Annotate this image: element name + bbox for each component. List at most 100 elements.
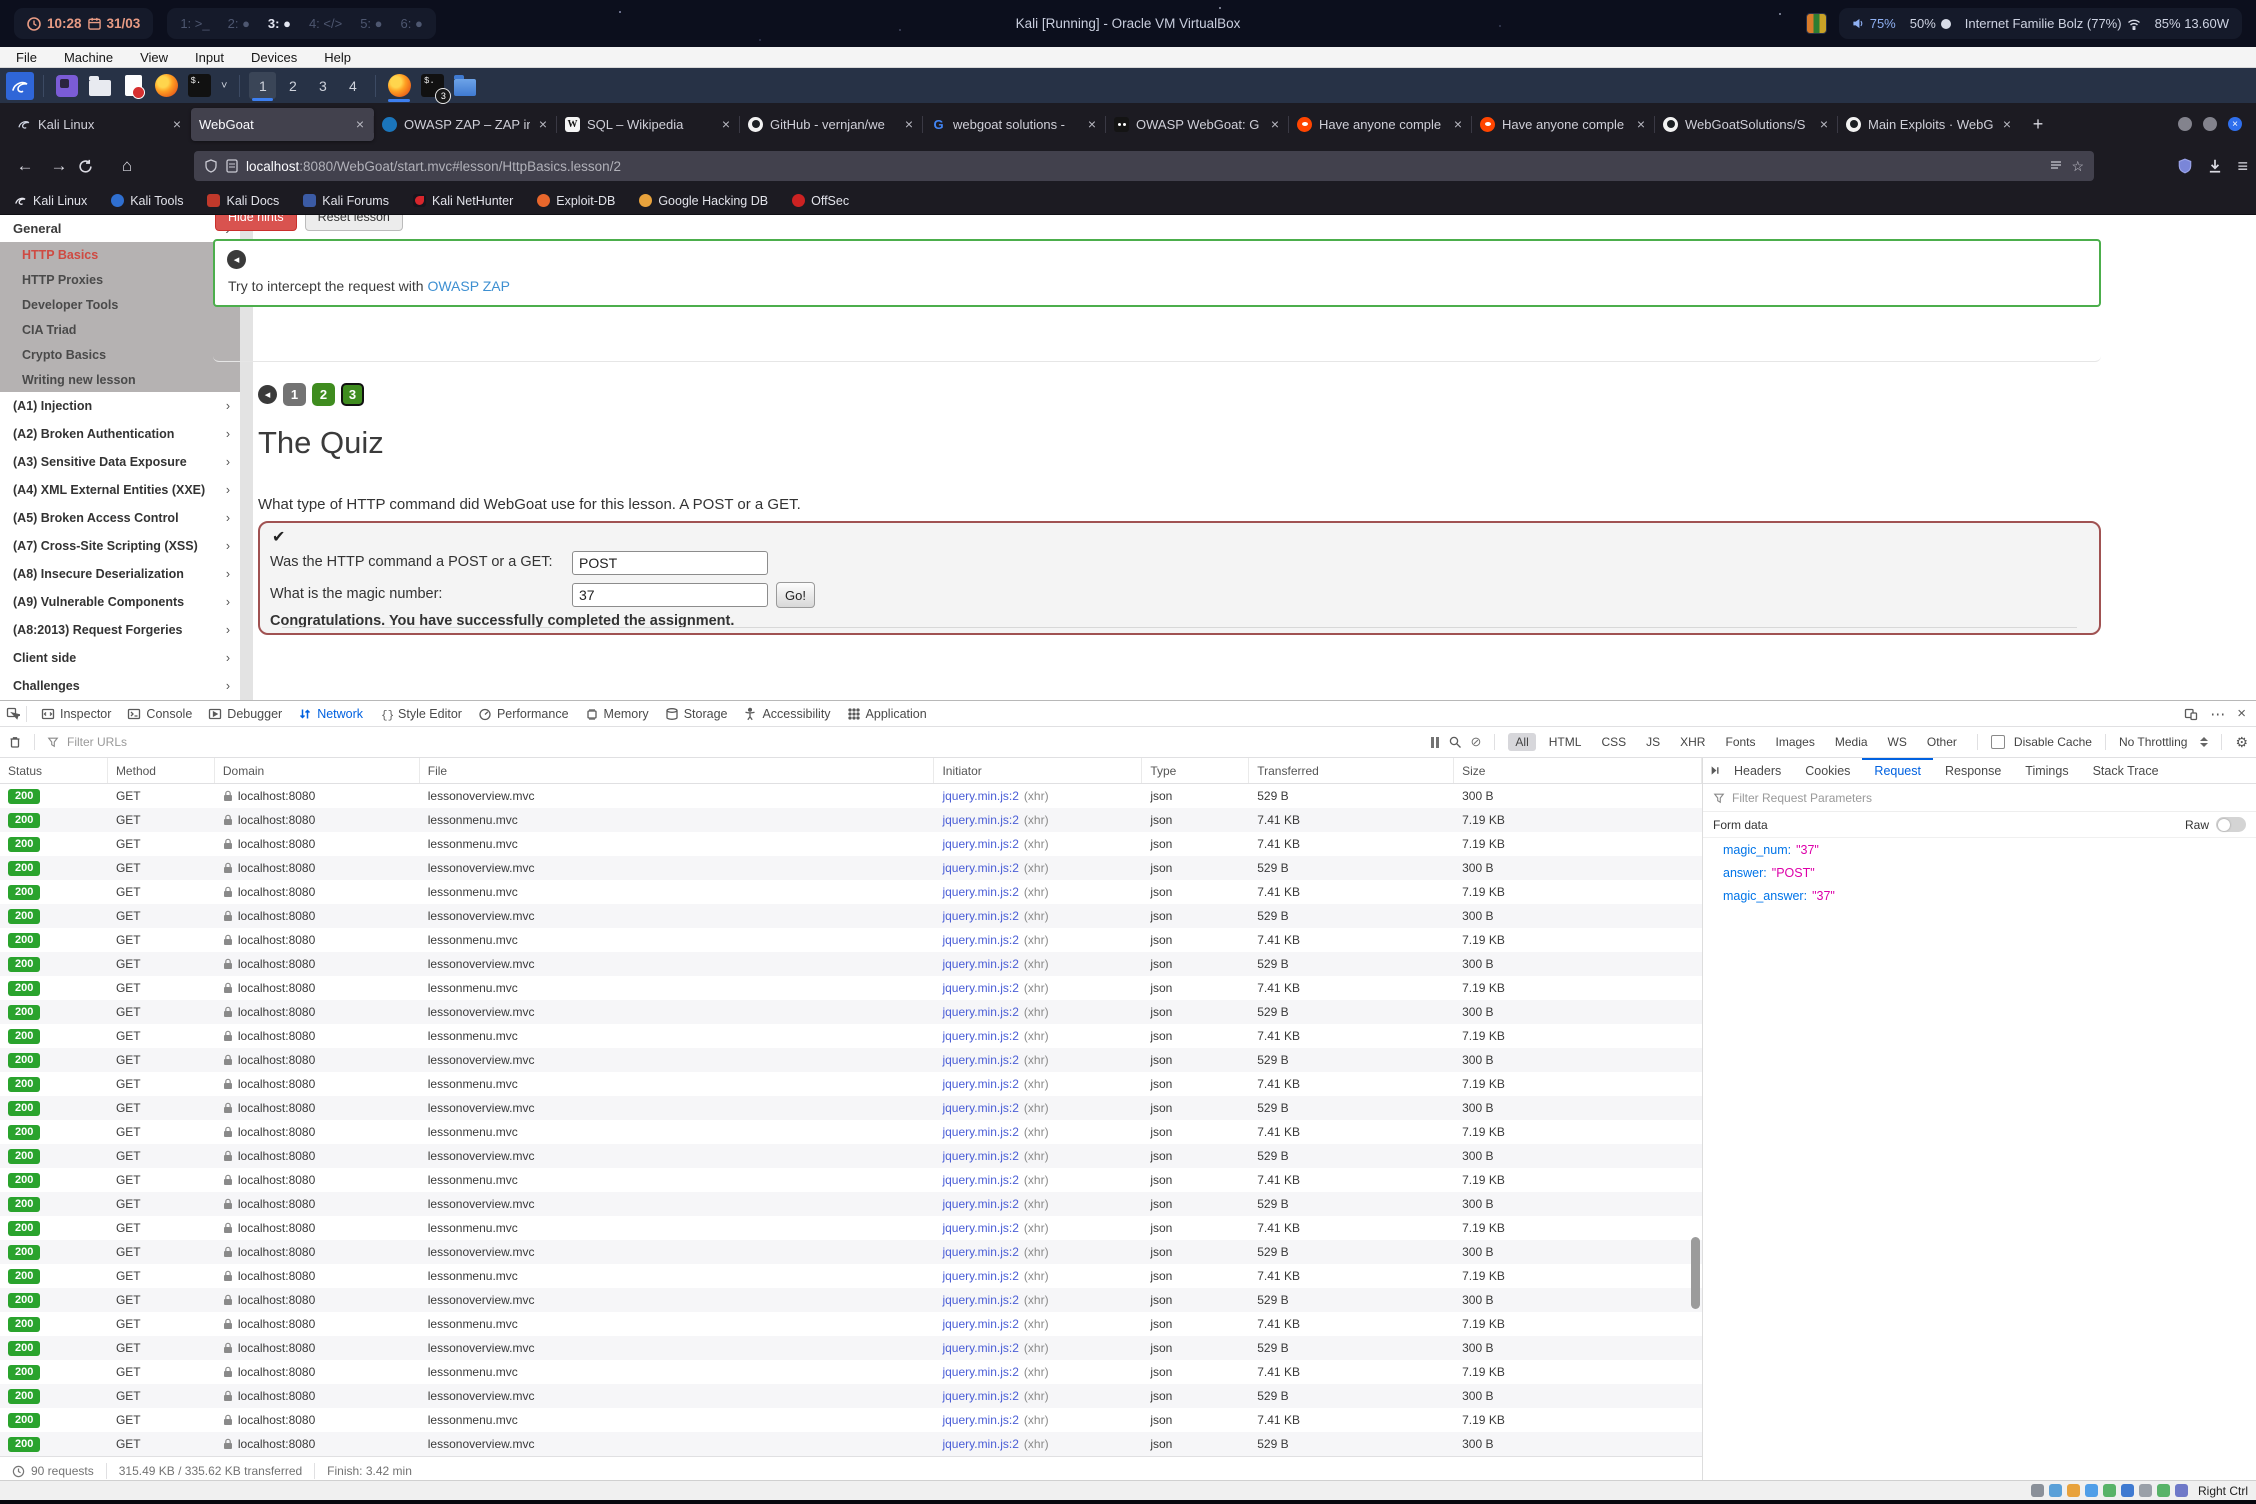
sidebar-category[interactable]: (A9) Vulnerable Components›: [0, 588, 240, 616]
bookmark-item[interactable]: Google Hacking DB: [639, 194, 768, 208]
table-row[interactable]: 200GETlocalhost:8080lessonoverview.mvcjq…: [0, 1048, 1702, 1072]
block-requests-icon[interactable]: ⊘: [1471, 734, 1482, 750]
initiator-link[interactable]: jquery.min.js:2: [942, 1053, 1018, 1067]
reload-button[interactable]: [78, 159, 108, 174]
initiator-link[interactable]: jquery.min.js:2: [942, 1293, 1018, 1307]
table-row[interactable]: 200GETlocalhost:8080lessonmenu.mvcjquery…: [0, 976, 1702, 1000]
responsive-design-icon[interactable]: [2184, 707, 2198, 721]
detail-tab-request[interactable]: Request: [1862, 758, 1933, 783]
devtools-tab-debugger[interactable]: Debugger: [200, 701, 290, 726]
type-filter-html[interactable]: HTML: [1542, 733, 1589, 751]
table-row[interactable]: 200GETlocalhost:8080lessonmenu.mvcjquery…: [0, 928, 1702, 952]
initiator-link[interactable]: jquery.min.js:2: [942, 1197, 1018, 1211]
devtools-tab-inspector[interactable]: Inspector: [33, 701, 119, 726]
detail-tab-stack-trace[interactable]: Stack Trace: [2081, 758, 2171, 783]
devtools-tab-network[interactable]: Network: [290, 701, 371, 726]
timing-clock-icon[interactable]: [12, 1465, 25, 1478]
sidebar-item-developer-tools[interactable]: Developer Tools: [0, 292, 240, 317]
table-row[interactable]: 200GETlocalhost:8080lessonmenu.mvcjquery…: [0, 832, 1702, 856]
initiator-link[interactable]: jquery.min.js:2: [942, 789, 1018, 803]
reader-mode-icon[interactable]: [2049, 159, 2063, 173]
pagination-page-3[interactable]: 3: [341, 383, 364, 406]
bookmark-item[interactable]: Exploit-DB: [537, 194, 615, 208]
devtools-close-icon[interactable]: ×: [2237, 705, 2246, 722]
initiator-link[interactable]: jquery.min.js:2: [942, 1245, 1018, 1259]
type-filter-fonts[interactable]: Fonts: [1718, 733, 1762, 751]
workspace-item[interactable]: 1: >_: [180, 16, 209, 31]
table-row[interactable]: 200GETlocalhost:8080lessonoverview.mvcjq…: [0, 784, 1702, 808]
status-hdd-icon[interactable]: [2031, 1484, 2044, 1497]
sidebar-category[interactable]: (A4) XML External Entities (XXE)›: [0, 476, 240, 504]
table-row[interactable]: 200GETlocalhost:8080lessonoverview.mvcjq…: [0, 1240, 1702, 1264]
menu-file[interactable]: File: [16, 50, 37, 65]
detail-tab-headers[interactable]: Headers: [1722, 758, 1793, 783]
detail-tab-cookies[interactable]: Cookies: [1793, 758, 1862, 783]
devtools-tab-accessibility[interactable]: Accessibility: [735, 701, 838, 726]
sidebar-item-writing-new-lesson[interactable]: Writing new lesson: [0, 367, 240, 392]
initiator-link[interactable]: jquery.min.js:2: [942, 861, 1018, 875]
type-filter-xhr[interactable]: XHR: [1673, 733, 1712, 751]
table-row[interactable]: 200GETlocalhost:8080lessonmenu.mvcjquery…: [0, 1360, 1702, 1384]
tracking-shield-icon[interactable]: [204, 159, 218, 173]
tab-close-icon[interactable]: ×: [1818, 116, 1830, 132]
pagination-page-1[interactable]: 1: [283, 383, 306, 406]
column-header-transferred[interactable]: Transferred: [1249, 758, 1454, 783]
app-menu-icon[interactable]: ≡: [2237, 156, 2248, 177]
pagination-prev-button[interactable]: ◂: [258, 385, 277, 404]
table-row[interactable]: 200GETlocalhost:8080lessonmenu.mvcjquery…: [0, 1312, 1702, 1336]
initiator-link[interactable]: jquery.min.js:2: [942, 1413, 1018, 1427]
bookmark-item[interactable]: Kali Tools: [111, 194, 183, 208]
sidebar-item-http-proxies[interactable]: HTTP Proxies: [0, 267, 240, 292]
column-header-method[interactable]: Method: [108, 758, 215, 783]
table-scrollbar-thumb[interactable]: [1691, 1237, 1700, 1309]
maximize-button[interactable]: [2203, 117, 2217, 131]
menu-devices[interactable]: Devices: [251, 50, 297, 65]
sidebar-category[interactable]: Challenges›: [0, 672, 240, 700]
pagination-page-2[interactable]: 2: [312, 383, 335, 406]
initiator-link[interactable]: jquery.min.js:2: [942, 1173, 1018, 1187]
table-row[interactable]: 200GETlocalhost:8080lessonmenu.mvcjquery…: [0, 808, 1702, 832]
go-button[interactable]: Go!: [776, 582, 815, 608]
back-button[interactable]: ←: [10, 156, 40, 176]
status-network-icon[interactable]: [2085, 1484, 2098, 1497]
url-text[interactable]: localhost:8080/WebGoat/start.mvc#lesson/…: [246, 159, 2041, 174]
table-row[interactable]: 200GETlocalhost:8080lessonoverview.mvcjq…: [0, 952, 1702, 976]
sidebar-category[interactable]: (A7) Cross-Site Scripting (XSS)›: [0, 532, 240, 560]
initiator-link[interactable]: jquery.min.js:2: [942, 1365, 1018, 1379]
workspace-item[interactable]: 3: ●: [268, 16, 291, 31]
terminal-launcher-button[interactable]: $.: [185, 72, 213, 100]
column-header-initiator[interactable]: Initiator: [934, 758, 1142, 783]
table-row[interactable]: 200GETlocalhost:8080lessonmenu.mvcjquery…: [0, 1024, 1702, 1048]
browser-tab[interactable]: WebGoatSolutions/S×: [1655, 108, 1838, 141]
workspace-item[interactable]: 4: </>: [309, 16, 342, 31]
type-filter-other[interactable]: Other: [1920, 733, 1964, 751]
tab-close-icon[interactable]: ×: [903, 116, 915, 132]
table-row[interactable]: 200GETlocalhost:8080lessonmenu.mvcjquery…: [0, 1072, 1702, 1096]
browser-tab[interactable]: Gwebgoat solutions -×: [923, 108, 1106, 141]
column-header-status[interactable]: Status: [0, 758, 108, 783]
column-header-file[interactable]: File: [420, 758, 935, 783]
table-row[interactable]: 200GETlocalhost:8080lessonmenu.mvcjquery…: [0, 1216, 1702, 1240]
type-filter-images[interactable]: Images: [1769, 733, 1822, 751]
initiator-link[interactable]: jquery.min.js:2: [942, 1149, 1018, 1163]
sidebar-item-http-basics[interactable]: HTTP Basics✓: [0, 242, 240, 267]
downloads-icon[interactable]: [2207, 158, 2223, 174]
menu-view[interactable]: View: [140, 50, 168, 65]
node-picker-icon[interactable]: [6, 707, 20, 721]
table-row[interactable]: 200GETlocalhost:8080lessonoverview.mvcjq…: [0, 1096, 1702, 1120]
firefox-window-button[interactable]: [385, 72, 413, 100]
tab-close-icon[interactable]: ×: [1452, 116, 1464, 132]
column-header-domain[interactable]: Domain: [215, 758, 420, 783]
table-row[interactable]: 200GETlocalhost:8080lessonmenu.mvcjquery…: [0, 880, 1702, 904]
browser-tab[interactable]: GitHub - vernjan/we×: [740, 108, 923, 141]
table-row[interactable]: 200GETlocalhost:8080lessonoverview.mvcjq…: [0, 1192, 1702, 1216]
sidebar-category[interactable]: (A8:2013) Request Forgeries›: [0, 616, 240, 644]
table-row[interactable]: 200GETlocalhost:8080lessonoverview.mvcjq…: [0, 1144, 1702, 1168]
menu-help[interactable]: Help: [324, 50, 351, 65]
tray-icon[interactable]: [1806, 13, 1827, 34]
browser-tab[interactable]: OWASP WebGoat: G×: [1106, 108, 1289, 141]
tab-close-icon[interactable]: ×: [537, 116, 549, 132]
question1-input[interactable]: [572, 551, 768, 575]
initiator-link[interactable]: jquery.min.js:2: [942, 909, 1018, 923]
sidebar-item-general[interactable]: General ›: [0, 215, 240, 242]
